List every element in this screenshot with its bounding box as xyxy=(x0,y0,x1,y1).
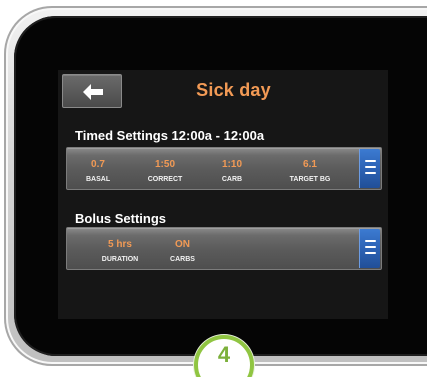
target-bg-label: TARGET BG xyxy=(289,176,331,183)
carbs-value: ON xyxy=(175,239,190,250)
basal-value: 0.7 xyxy=(91,159,105,170)
carb-value: 1:10 xyxy=(221,159,242,170)
step-number: 4 xyxy=(217,342,231,367)
hamburger-menu-icon xyxy=(365,160,376,174)
duration-setting: 5 hrs DURATION xyxy=(97,239,143,264)
carbs-label: CARBS xyxy=(170,256,195,263)
page-title: Sick day xyxy=(196,80,271,100)
bolus-settings-row[interactable]: 5 hrs DURATION ON CARBS xyxy=(66,227,382,270)
duration-value: 5 hrs xyxy=(108,239,132,250)
device-screen-illustration: Sick day Timed Settings 12:00a - 12:00a … xyxy=(0,0,427,377)
timed-settings-menu-button[interactable] xyxy=(359,149,380,188)
bolus-settings-title: Bolus Settings xyxy=(75,211,167,226)
basal-setting: 0.7 BASAL xyxy=(86,159,110,184)
timed-settings-title: Timed Settings 12:00a - 12:00a xyxy=(75,128,265,143)
target-bg-setting: 6.1 TARGET BG xyxy=(284,159,336,184)
target-bg-value: 6.1 xyxy=(303,159,317,170)
duration-label: DURATION xyxy=(101,256,139,263)
correct-value: 1:50 xyxy=(154,159,175,170)
carb-setting: 1:10 CARB xyxy=(221,159,243,184)
bolus-settings-menu-button[interactable] xyxy=(359,229,380,268)
arrow-left-icon xyxy=(81,82,105,102)
carbs-setting: ON CARBS xyxy=(167,239,198,264)
timed-settings-row[interactable]: 0.7 BASAL 1:50 CORRECT 1:10 CARB 6.1 TAR… xyxy=(66,147,382,190)
correct-label: CORRECT xyxy=(147,176,183,183)
sick-day-screen: Sick day Timed Settings 12:00a - 12:00a … xyxy=(58,70,388,319)
back-button[interactable] xyxy=(62,74,122,108)
screen-header: Sick day xyxy=(58,70,388,115)
correct-setting: 1:50 CORRECT xyxy=(144,159,186,184)
hamburger-menu-icon xyxy=(365,240,376,254)
basal-label: BASAL xyxy=(86,176,111,183)
carb-label: CARB xyxy=(221,176,243,183)
